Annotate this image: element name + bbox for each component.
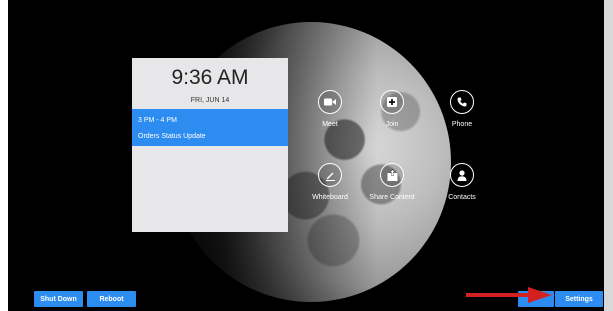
contacts-tile[interactable]: Contacts: [432, 163, 492, 201]
whiteboard-tile[interactable]: Whiteboard: [300, 163, 360, 201]
phone-tile[interactable]: Phone: [432, 90, 492, 128]
join-tile[interactable]: Join: [362, 90, 422, 128]
right-frame-edge: [604, 0, 613, 311]
plus-box-icon: [380, 90, 404, 114]
phone-icon: [450, 90, 474, 114]
left-margin: [0, 0, 8, 311]
share-upload-icon: [380, 163, 404, 187]
meeting-title: Orders Status Update: [138, 133, 206, 140]
annotation-arrow-icon: [466, 287, 552, 303]
reboot-button[interactable]: Reboot: [87, 291, 136, 307]
shut-down-button[interactable]: Shut Down: [34, 291, 83, 307]
meet-label: Meet: [322, 121, 338, 128]
meet-tile[interactable]: Meet: [300, 90, 360, 128]
share-content-tile[interactable]: Share Content: [362, 163, 422, 201]
meeting-item[interactable]: 3 PM - 4 PM Orders Status Update: [132, 109, 288, 146]
join-label: Join: [385, 121, 399, 128]
clock-time: 9:36 AM: [171, 66, 249, 89]
video-camera-icon: [318, 90, 342, 114]
settings-button[interactable]: Settings: [555, 291, 603, 307]
pen-icon: [318, 163, 342, 187]
meeting-time: 3 PM - 4 PM: [138, 117, 177, 124]
clock-date: FRI, JUN 14: [190, 97, 230, 104]
contacts-label: Contacts: [448, 194, 476, 201]
share-content-label: Share Content: [369, 194, 415, 201]
whiteboard-label: Whiteboard: [312, 194, 348, 201]
person-icon: [450, 163, 474, 187]
phone-label: Phone: [451, 121, 473, 128]
zoom-rooms-home-screen: 9:36 AM FRI, JUN 14 3 PM - 4 PM Orders S…: [8, 0, 606, 311]
calendar-card: 9:36 AM FRI, JUN 14 3 PM - 4 PM Orders S…: [132, 58, 288, 232]
